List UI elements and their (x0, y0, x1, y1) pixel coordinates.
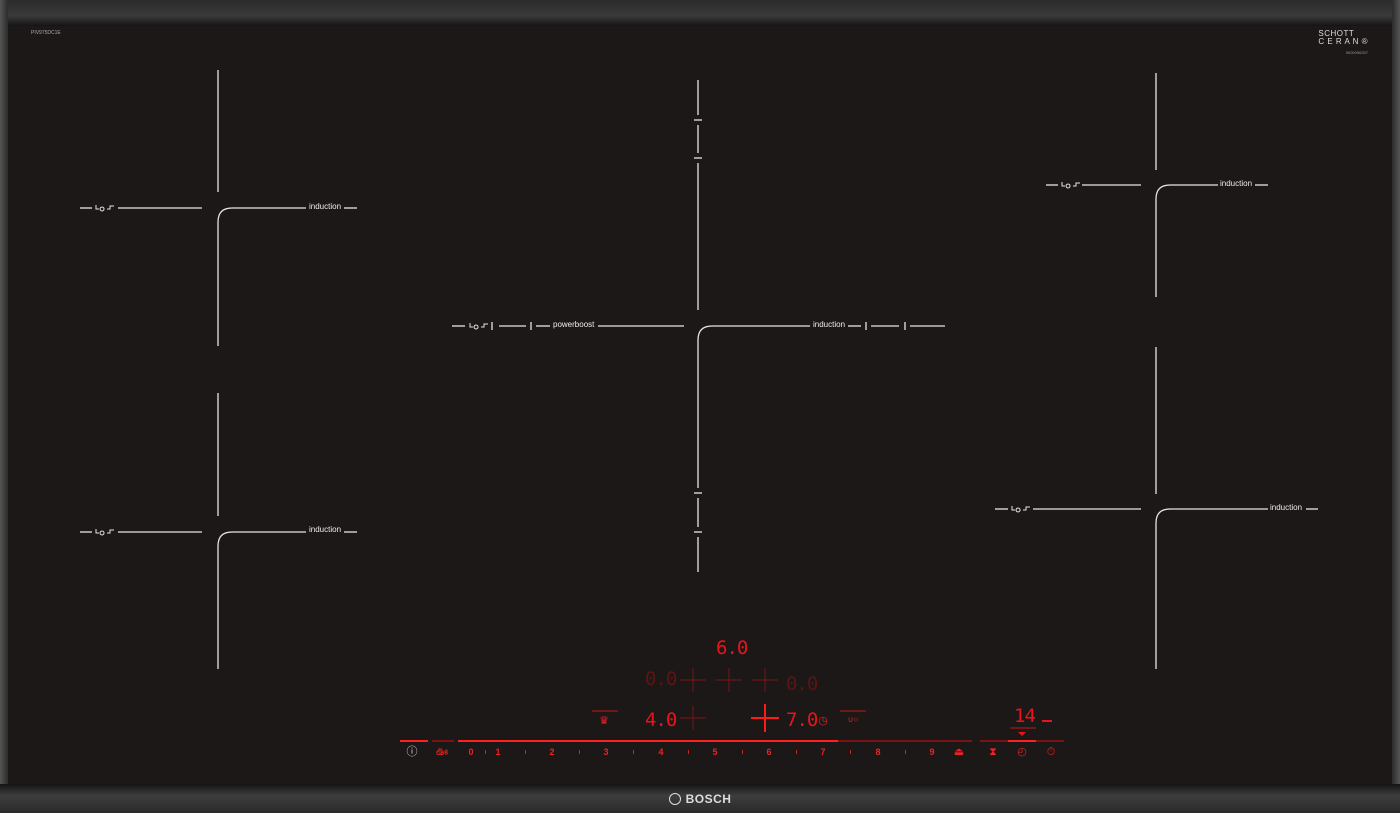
timer-icon[interactable]: ◴ (1015, 746, 1029, 758)
level-6-button[interactable]: 6 (762, 747, 776, 757)
info-icon[interactable]: ⓘ (405, 746, 419, 758)
display-middle-left-level: 0.0 (645, 668, 677, 690)
zone-right-bottom-label: induction (1270, 503, 1303, 512)
cooktop-panel: PIV975DC1E SCHOTTC E R A N ® 9000096337 (0, 0, 1400, 813)
zone-center-boost-label: powerboost (553, 320, 595, 329)
zone-timer-icon[interactable]: ◷ (816, 715, 830, 727)
level-0-button[interactable]: 0 (464, 747, 478, 757)
level-tick (905, 750, 906, 754)
pan-size-icon[interactable]: ∪○ (846, 714, 860, 726)
level-tick (796, 750, 797, 754)
level-tick (525, 750, 526, 754)
zone-center-label: induction (813, 320, 846, 329)
cooking-sensor-icon[interactable]: ⧗ (986, 746, 1000, 758)
display-lower-right-level: 7.0 (786, 709, 818, 731)
level-9-button[interactable]: 9 (925, 747, 939, 757)
brand-name: BOSCH (685, 792, 732, 806)
bosch-armature-icon (668, 793, 681, 805)
zone-right-top-label: induction (1220, 179, 1253, 188)
level-tick (633, 750, 634, 754)
level-8-button[interactable]: 8 (871, 747, 885, 757)
display-lower-left-level: 4.0 (645, 709, 677, 731)
zone-left-top-label: induction (309, 202, 342, 211)
level-tick (579, 750, 580, 754)
display-middle-right-level: 0.0 (786, 673, 818, 695)
level-3-button[interactable]: 3 (599, 747, 613, 757)
zone-markings (80, 70, 1318, 742)
level-tick (485, 750, 486, 754)
stopwatch-icon[interactable]: ⏱ (1044, 746, 1058, 758)
child-lock-icon[interactable]: ఊ (435, 746, 449, 758)
level-tick (688, 750, 689, 754)
brand-logo: BOSCH (0, 792, 1400, 806)
zone-left-bottom-label: induction (309, 525, 342, 534)
display-timer: 14 (1014, 705, 1036, 727)
level-tick (742, 750, 743, 754)
level-tick (850, 750, 851, 754)
level-4-button[interactable]: 4 (654, 747, 668, 757)
boost-icon[interactable]: ⏏ (952, 746, 966, 758)
level-7-button[interactable]: 7 (816, 747, 830, 757)
level-2-button[interactable]: 2 (545, 747, 559, 757)
display-top-zone-level: 6.0 (716, 637, 748, 659)
level-1-button[interactable]: 1 (491, 747, 505, 757)
keep-warm-icon[interactable]: ♛ (597, 715, 611, 727)
level-5-button[interactable]: 5 (708, 747, 722, 757)
